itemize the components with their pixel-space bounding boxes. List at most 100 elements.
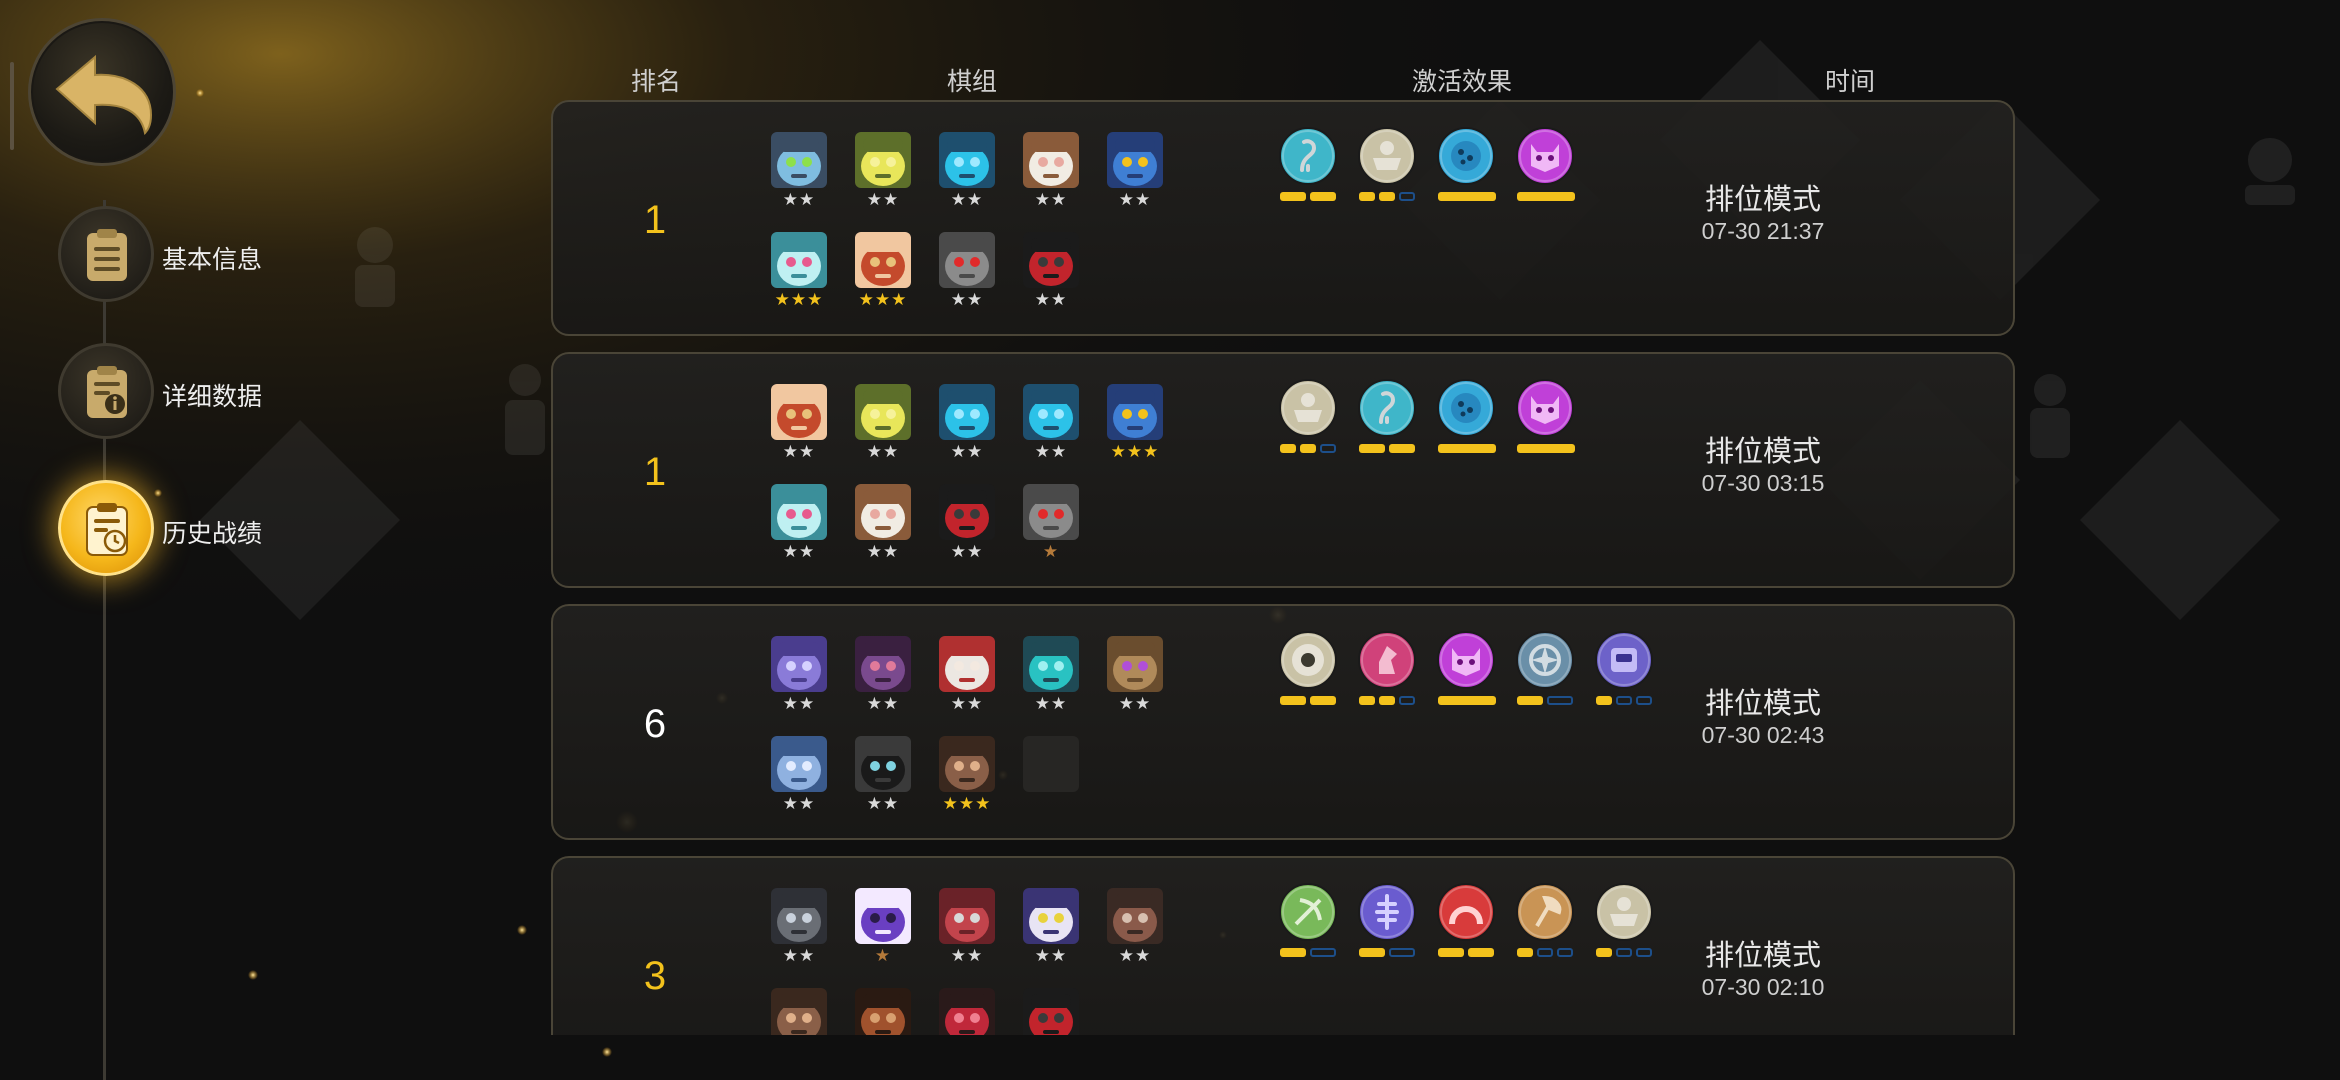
star-level: ★★ xyxy=(1034,442,1068,461)
synergy-level-bars xyxy=(1359,192,1415,202)
chess-piece[interactable]: ★★ xyxy=(851,736,915,822)
synergy-badge[interactable] xyxy=(1436,630,1498,718)
chess-piece[interactable]: ★★ xyxy=(935,636,999,722)
star-level: ★ xyxy=(874,946,892,965)
chess-piece[interactable]: ★★★ xyxy=(935,736,999,822)
chess-piece[interactable]: ★★★ xyxy=(1103,384,1167,470)
chess-piece[interactable]: ★★ xyxy=(851,636,915,722)
chess-piece[interactable]: ★★ xyxy=(767,132,831,218)
chess-piece[interactable]: ★★ xyxy=(935,484,999,570)
chess-piece[interactable]: ★★ xyxy=(935,132,999,218)
synergy-badge[interactable] xyxy=(1515,882,1577,970)
chess-portrait-icon xyxy=(855,232,911,288)
header-time: 时间 xyxy=(1824,68,1876,96)
chess-piece[interactable]: ★★ xyxy=(1103,636,1167,722)
chess-portrait-icon xyxy=(855,384,911,440)
chess-piece[interactable]: ★★ xyxy=(851,384,915,470)
header-synergy: 激活效果 xyxy=(1411,68,1513,96)
chess-piece[interactable]: ★★ xyxy=(935,888,999,974)
chess-portrait-icon xyxy=(771,484,827,540)
nav-detail-data-label: 详细数据 xyxy=(162,383,263,411)
chess-portrait-icon xyxy=(1023,232,1079,288)
chess-piece[interactable]: ★★ xyxy=(935,232,999,318)
back-button[interactable] xyxy=(28,18,176,166)
chess-portrait-icon xyxy=(855,132,911,188)
nav-match-history[interactable]: 历史战绩 xyxy=(58,480,298,580)
chess-portrait-icon xyxy=(771,988,827,1035)
chess-piece[interactable] xyxy=(1019,988,1083,1035)
chess-piece[interactable]: ★★ xyxy=(935,384,999,470)
chess-piece[interactable]: ★★ xyxy=(851,484,915,570)
star-level: ★★ xyxy=(1118,946,1152,965)
chess-piece[interactable]: ★★ xyxy=(1019,232,1083,318)
header-lineup: 棋组 xyxy=(946,68,998,96)
synergy-badge[interactable] xyxy=(1357,126,1419,214)
chess-piece[interactable]: ★★ xyxy=(1019,384,1083,470)
chess-piece[interactable]: ★ xyxy=(851,888,915,974)
synergy-badge[interactable] xyxy=(1436,882,1498,970)
synergy-badge[interactable] xyxy=(1436,378,1498,466)
chess-portrait-icon xyxy=(1107,888,1163,944)
chess-piece[interactable]: ★★ xyxy=(767,484,831,570)
chess-piece[interactable] xyxy=(851,988,915,1035)
synergy-level-bars xyxy=(1359,444,1415,454)
synergy-badge[interactable] xyxy=(1278,378,1340,466)
fishbone-icon xyxy=(1357,882,1417,942)
history-list[interactable]: 1 ★★ ★★ ★★ ★★ ★★ ★★★ ★★★ ★★ ★★ 排位模式 07-3… xyxy=(548,100,2018,1035)
chess-piece[interactable] xyxy=(767,988,831,1035)
chess-piece[interactable]: ★★ xyxy=(1019,636,1083,722)
synergy-badge[interactable] xyxy=(1278,630,1340,718)
record-row[interactable]: 1 ★★ ★★ ★★ ★★ ★★★ ★★ ★★ ★★ ★ 排位模式 07-30 … xyxy=(551,352,2015,588)
record-row[interactable]: 3 ★★ ★ ★★ ★★ ★★ 排位模式 07-30 02:10 xyxy=(551,856,2015,1035)
synergy-badge[interactable] xyxy=(1357,882,1419,970)
chess-piece[interactable]: ★★ xyxy=(767,384,831,470)
synergy-level-bars xyxy=(1359,696,1415,706)
chess-portrait-icon xyxy=(771,132,827,188)
nav-basic-info[interactable]: 基本信息 xyxy=(58,206,298,306)
star-level: ★ xyxy=(1042,542,1060,561)
synergy-level-bars xyxy=(1438,444,1496,454)
chess-piece[interactable]: ★★ xyxy=(851,132,915,218)
rank-value: 6 xyxy=(643,702,667,746)
chess-portrait-icon xyxy=(939,384,995,440)
chess-piece[interactable]: ★★ xyxy=(1019,888,1083,974)
demon-icon xyxy=(1436,630,1496,690)
synergy-badge[interactable] xyxy=(1515,378,1577,466)
star-level: ★★ xyxy=(950,542,984,561)
chess-piece[interactable]: ★★★ xyxy=(851,232,915,318)
synergy-badge[interactable] xyxy=(1515,126,1577,214)
chess-piece[interactable]: ★★ xyxy=(767,636,831,722)
chess-piece[interactable]: ★★ xyxy=(1103,132,1167,218)
star-level: ★★ xyxy=(782,794,816,813)
star-level: ★★ xyxy=(866,694,900,713)
chess-piece[interactable]: ★ xyxy=(1019,484,1083,570)
chess-piece[interactable] xyxy=(935,988,999,1035)
chess-piece[interactable]: ★★ xyxy=(767,736,831,822)
synergy-badge[interactable] xyxy=(1357,630,1419,718)
rank-value: 3 xyxy=(643,954,667,998)
cookie-icon xyxy=(1436,378,1496,438)
chess-portrait-icon xyxy=(939,636,995,692)
chess-piece[interactable]: ★★ xyxy=(1103,888,1167,974)
star-level: ★★ xyxy=(950,290,984,309)
chess-piece[interactable]: ★★★ xyxy=(767,232,831,318)
synergy-badge[interactable] xyxy=(1357,378,1419,466)
synergy-badge[interactable] xyxy=(1278,882,1340,970)
record-row[interactable]: 6 ★★ ★★ ★★ ★★ ★★ ★★ ★★ ★★★ 排位模式 07-30 02… xyxy=(551,604,2015,840)
nav-detail-data[interactable]: 详细数据 xyxy=(58,343,298,443)
synergy-level-bars xyxy=(1359,948,1415,958)
record-row[interactable]: 1 ★★ ★★ ★★ ★★ ★★ ★★★ ★★★ ★★ ★★ 排位模式 07-3… xyxy=(551,100,2015,336)
header-rank: 排名 xyxy=(630,68,682,96)
chess-piece[interactable] xyxy=(1019,736,1083,822)
knight-icon xyxy=(1357,630,1417,690)
chess-portrait-icon xyxy=(1107,384,1163,440)
star-level: ★★ xyxy=(1118,190,1152,209)
chess-piece[interactable]: ★★ xyxy=(1019,132,1083,218)
chess-portrait-icon xyxy=(855,888,911,944)
synergy-badge[interactable] xyxy=(1515,630,1577,718)
synergy-badge[interactable] xyxy=(1436,126,1498,214)
chess-piece[interactable]: ★★ xyxy=(767,888,831,974)
chess-portrait-icon xyxy=(855,988,911,1035)
star-level: ★★ xyxy=(1034,946,1068,965)
synergy-badge[interactable] xyxy=(1278,126,1340,214)
